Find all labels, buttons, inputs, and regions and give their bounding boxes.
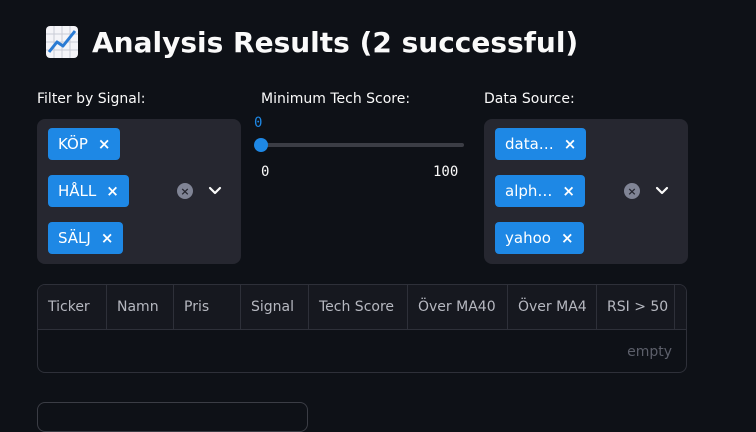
signal-tag-kop: KÖP ×	[48, 128, 121, 160]
signal-filter-multiselect[interactable]: KÖP × HÅLL × SÄLJ × ×	[37, 119, 241, 264]
remove-tag-icon[interactable]: ×	[101, 229, 114, 247]
slider-max-label: 100	[433, 164, 459, 180]
column-header-namn[interactable]: Namn	[107, 285, 174, 329]
signal-tag-salj: SÄLJ ×	[48, 222, 124, 254]
page-title-text: Analysis Results (2 successful)	[92, 25, 579, 59]
slider-current-value: 0	[254, 115, 263, 131]
remove-tag-icon[interactable]: ×	[564, 135, 577, 153]
remove-tag-icon[interactable]: ×	[106, 182, 119, 200]
slider-min-label: 0	[261, 164, 270, 180]
signal-tag-hall: HÅLL ×	[48, 175, 129, 207]
source-tag-alpha: alph… ×	[495, 175, 585, 207]
chevron-down-icon[interactable]	[208, 184, 222, 198]
column-header-tech-score[interactable]: Tech Score	[309, 285, 408, 329]
data-source-multiselect[interactable]: data… × alph… × yahoo × ×	[484, 119, 688, 264]
source-tag-yahoo: yahoo ×	[495, 222, 584, 254]
table-empty-text: empty	[627, 344, 672, 360]
results-table[interactable]: Ticker Namn Pris Signal Tech Score Över …	[37, 284, 687, 373]
clear-all-icon[interactable]: ×	[177, 183, 193, 199]
tech-score-label: Minimum Tech Score:	[261, 91, 411, 107]
column-header-ticker[interactable]: Ticker	[38, 285, 107, 329]
column-header-truncated[interactable]: I	[675, 285, 686, 329]
column-header-over-ma4[interactable]: Över MA4	[508, 285, 597, 329]
clear-all-icon[interactable]: ×	[624, 183, 640, 199]
slider-thumb[interactable]	[254, 138, 268, 152]
slider-track[interactable]	[261, 143, 464, 147]
table-header: Ticker Namn Pris Signal Tech Score Över …	[38, 285, 686, 330]
chart-increasing-icon	[46, 26, 78, 58]
column-header-rsi[interactable]: RSI > 50	[597, 285, 675, 329]
remove-tag-icon[interactable]: ×	[561, 229, 574, 247]
partial-input-box[interactable]	[37, 402, 308, 432]
remove-tag-icon[interactable]: ×	[562, 182, 575, 200]
page-title: Analysis Results (2 successful)	[44, 24, 578, 60]
source-tag-data: data… ×	[495, 128, 587, 160]
signal-filter-label: Filter by Signal:	[37, 91, 146, 107]
column-header-pris[interactable]: Pris	[174, 285, 241, 329]
column-header-signal[interactable]: Signal	[241, 285, 309, 329]
chevron-down-icon[interactable]	[655, 184, 669, 198]
data-source-label: Data Source:	[484, 91, 575, 107]
column-header-over-ma40[interactable]: Över MA40	[408, 285, 508, 329]
remove-tag-icon[interactable]: ×	[98, 135, 111, 153]
